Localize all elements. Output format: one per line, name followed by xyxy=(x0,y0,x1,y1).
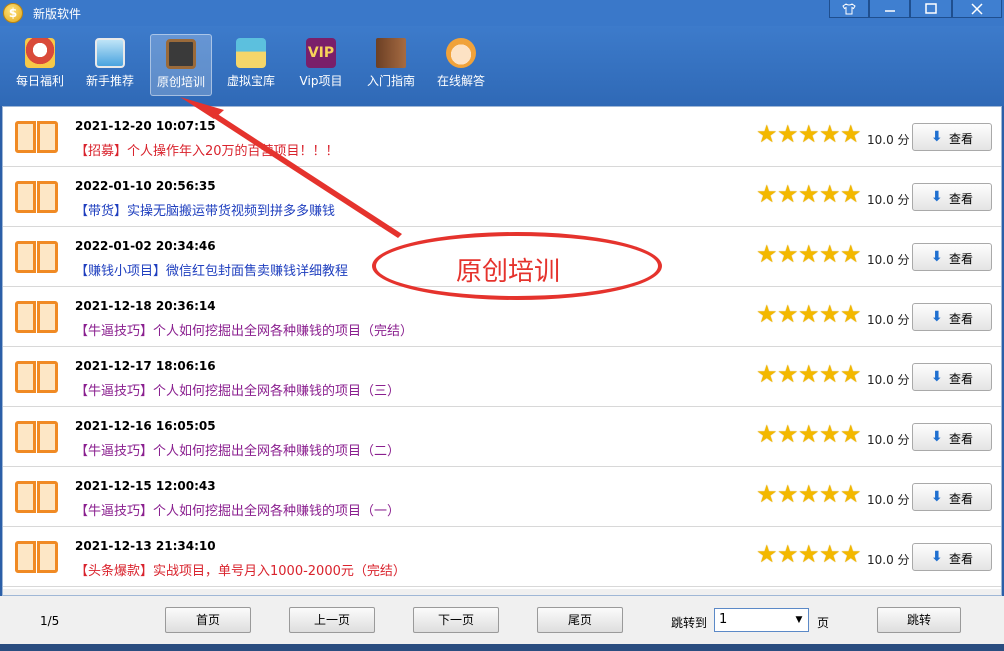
annotation-arrow-shaft xyxy=(212,113,402,238)
app-window: $ 新版软件 每日福利 新手推荐 原创培训 虚拟宝库 VIP Vip项目 入门指… xyxy=(0,0,1004,651)
annotation-label: 原创培训 xyxy=(456,257,561,287)
annotation-arrow xyxy=(180,97,402,238)
